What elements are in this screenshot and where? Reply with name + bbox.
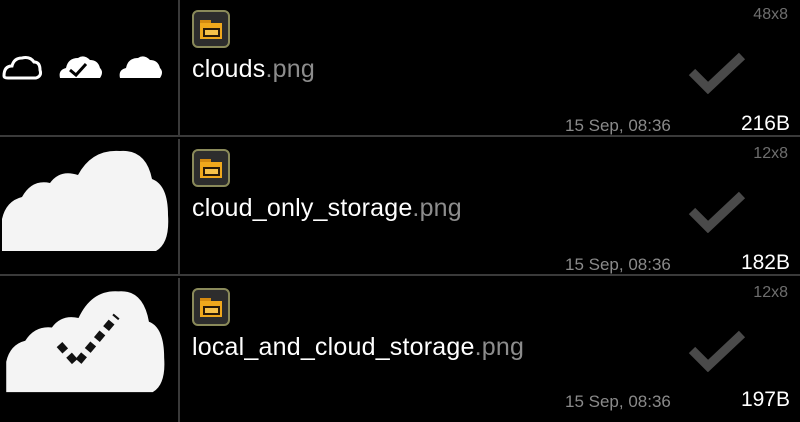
- file-name: cloud_only_storage.png: [192, 194, 462, 222]
- cloud-check-icon: [0, 278, 180, 422]
- file-date: 15 Sep, 08:36: [565, 116, 671, 135]
- checkmark-icon[interactable]: [688, 52, 746, 94]
- image-dimensions: 12x8: [753, 284, 788, 301]
- file-name: local_and_cloud_storage.png: [192, 333, 525, 361]
- file-date: 15 Sep, 08:36: [565, 392, 671, 411]
- file-date: 15 Sep, 08:36: [565, 255, 671, 274]
- file-extension: .png: [412, 194, 462, 222]
- file-row-clouds[interactable]: clouds.png 48x8 15 Sep, 08:36 216B: [0, 0, 800, 137]
- folder-icon: [192, 288, 230, 326]
- file-size: 182B: [740, 251, 790, 274]
- image-dimensions: 12x8: [753, 145, 788, 162]
- folder-icon: [192, 10, 230, 48]
- file-name: clouds.png: [192, 55, 315, 83]
- file-size: 216B: [740, 112, 790, 135]
- folder-icon: [192, 149, 230, 187]
- image-dimensions: 48x8: [753, 6, 788, 23]
- file-row-cloud-only-storage[interactable]: cloud_only_storage.png 12x8 15 Sep, 08:3…: [0, 139, 800, 276]
- checkmark-icon[interactable]: [688, 191, 746, 233]
- cloud-icon: [0, 139, 180, 274]
- file-extension: .png: [474, 333, 525, 361]
- file-list: clouds.png 48x8 15 Sep, 08:36 216B cloud…: [0, 0, 800, 422]
- clouds-sprite-icon: [0, 0, 180, 135]
- file-row-local-and-cloud-storage[interactable]: local_and_cloud_storage.png 12x8 15 Sep,…: [0, 278, 800, 422]
- checkmark-icon[interactable]: [688, 330, 746, 372]
- file-size: 197B: [740, 388, 790, 411]
- file-extension: .png: [265, 55, 315, 83]
